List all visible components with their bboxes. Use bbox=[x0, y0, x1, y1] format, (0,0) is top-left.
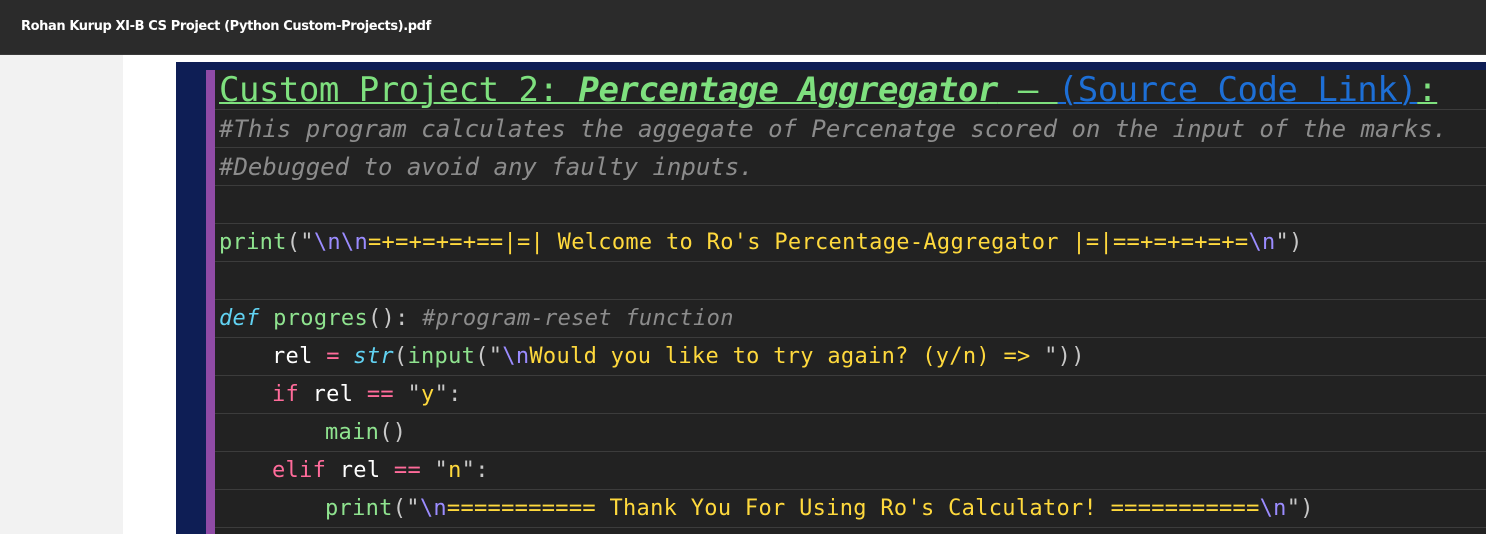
token: rel bbox=[272, 344, 327, 369]
token: input bbox=[407, 344, 476, 369]
token: \n bbox=[419, 496, 447, 521]
token: rel bbox=[299, 382, 367, 407]
token: (" bbox=[286, 230, 314, 255]
token: == bbox=[393, 458, 422, 483]
code-block: Custom Project 2: Percentage Aggregator … bbox=[215, 70, 1486, 534]
token: print bbox=[219, 230, 287, 255]
token: ( bbox=[393, 344, 408, 369]
token: () bbox=[379, 420, 407, 445]
token: if bbox=[272, 382, 300, 407]
heading-project-name: Percentage Aggregator bbox=[578, 70, 998, 110]
token: ") bbox=[1286, 496, 1314, 521]
comment-line-2: #Debugged to avoid any faulty inputs. bbox=[215, 148, 1486, 186]
code-line-if: if rel == "y": bbox=[215, 376, 1486, 414]
token: \n bbox=[1259, 496, 1287, 521]
code-line-print-welcome: print("\n\n=+=+=+=+==|=| Welcome to Ro's… bbox=[215, 224, 1486, 262]
token: rel bbox=[326, 458, 394, 483]
token: #program-reset function bbox=[422, 306, 734, 331]
heading-colon: : bbox=[1417, 70, 1438, 110]
token: ": bbox=[461, 458, 489, 483]
code-accent-bar bbox=[206, 70, 215, 534]
token: " bbox=[393, 382, 422, 407]
token: ": bbox=[434, 382, 462, 407]
heading-prefix: Custom Project 2: bbox=[219, 70, 579, 110]
document-title: Rohan Kurup XI-B CS Project (Python Cust… bbox=[21, 19, 431, 34]
pdf-viewer-toolbar: Rohan Kurup XI-B CS Project (Python Cust… bbox=[0, 0, 1486, 55]
code-line-input: rel = str(input("\nWould you like to try… bbox=[215, 338, 1486, 376]
source-code-link[interactable]: (Source Code Link) bbox=[1058, 70, 1418, 109]
token: progres bbox=[259, 306, 369, 331]
code-line-elif: elif rel == "n": bbox=[215, 452, 1486, 490]
token: n bbox=[448, 458, 462, 483]
token: == bbox=[366, 382, 394, 407]
token: ") bbox=[1275, 230, 1303, 255]
token: ")) bbox=[1044, 344, 1085, 369]
token: =+=+=+=+==|=| Welcome to Ro's Percentage… bbox=[368, 230, 1249, 255]
code-line-main-call: main() bbox=[215, 414, 1486, 452]
token: (" bbox=[392, 496, 420, 521]
comment-line-1: #This program calculates the aggegate of… bbox=[215, 110, 1486, 148]
token: Would you like to try again? (y/n) => bbox=[529, 344, 1045, 369]
token: (): bbox=[368, 306, 423, 331]
token: elif bbox=[272, 458, 327, 483]
token: =========== Thank You For Using Ro's Cal… bbox=[446, 496, 1260, 521]
token: def bbox=[219, 306, 260, 331]
project-heading: Custom Project 2: Percentage Aggregator … bbox=[215, 70, 1486, 110]
blank-line bbox=[215, 186, 1486, 224]
token: = bbox=[326, 344, 340, 369]
token: \n bbox=[1248, 230, 1276, 255]
blank-line bbox=[215, 262, 1486, 300]
token: print bbox=[325, 496, 393, 521]
code-line-print-thanks: print("\n=========== Thank You For Using… bbox=[215, 490, 1486, 528]
token: (" bbox=[475, 344, 503, 369]
token: " bbox=[421, 458, 449, 483]
token: \n bbox=[502, 344, 530, 369]
heading-dash: – bbox=[997, 70, 1058, 110]
token: y bbox=[421, 382, 435, 407]
code-line-def: def progres(): #program-reset function bbox=[215, 300, 1486, 338]
token: main bbox=[325, 420, 380, 445]
token: str bbox=[353, 344, 394, 369]
token: \n\n bbox=[313, 230, 369, 255]
